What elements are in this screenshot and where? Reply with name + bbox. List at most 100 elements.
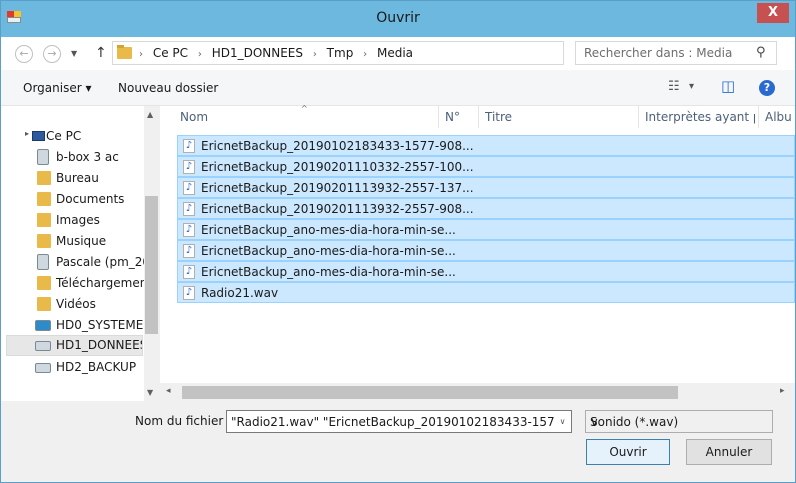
organize-button[interactable]: Organiser ▾ [23,81,91,95]
sidebar-item-label: b-box 3 ac [56,150,119,164]
column-header-row: ^ Nom N° Titre Interprètes ayant p... Al… [160,104,795,128]
media-device-icon [37,149,49,165]
back-button[interactable]: ← [15,45,33,63]
breadcrumb-tmp[interactable]: Tmp [327,46,354,60]
breadcrumb: › Ce PC › HD1_DONNEES › Tmp › Media [139,46,419,62]
search-input[interactable]: Rechercher dans : Media [584,46,732,60]
file-name: EricnetBackup_20190201113932-2557-908... [201,202,474,216]
sidebar-item-ce-pc[interactable]: ▸ Ce PC [1,126,145,147]
filename-dropdown-icon[interactable]: ∨ [554,411,571,432]
scroll-left-icon[interactable]: ◂ [166,386,171,396]
command-bar: Organiser ▾ Nouveau dossier ☷ ▾ ◫ ? [1,70,795,106]
file-name: EricnetBackup_20190102183433-1577-908... [201,139,474,153]
scrollbar-thumb[interactable] [182,386,678,399]
sidebar-item-b-box-3-ac[interactable]: b-box 3 ac [1,147,145,168]
scroll-up-icon[interactable]: ▲ [147,110,153,119]
sidebar-item-label: Ce PC [46,129,82,143]
recent-locations-dropdown[interactable]: ▼ [71,49,77,58]
scroll-right-icon[interactable]: ▸ [780,386,785,396]
column-header-number[interactable]: N° [445,110,460,124]
column-divider[interactable] [758,106,759,128]
audio-file-icon: ♪ [183,223,195,237]
filename-field[interactable]: "Radio21.wav" "EricnetBackup_20190102183… [226,410,572,433]
breadcrumb-sep[interactable]: › [313,49,317,60]
help-icon[interactable]: ? [759,80,775,96]
column-divider[interactable] [478,106,479,128]
sort-ascending-icon: ^ [301,104,308,113]
sidebar-item-documents[interactable]: Documents [1,189,145,210]
sidebar-scrollbar[interactable]: ▲ ▼ [144,106,159,401]
file-name: Radio21.wav [201,286,279,300]
sidebar-item-musique[interactable]: Musique [1,231,145,252]
file-row[interactable]: ♪ EricnetBackup_ano-mes-dia-hora-min-se..… [177,261,795,282]
search-box[interactable]: Rechercher dans : Media ⚲ [575,41,777,65]
sidebar-item-images[interactable]: Images [1,210,145,231]
folder-icon [37,192,51,206]
column-divider[interactable] [638,106,639,128]
scroll-down-icon[interactable]: ▼ [147,388,153,397]
sidebar-item-videos[interactable]: Vidéos [1,294,145,315]
audio-file-icon: ♪ [183,202,195,216]
file-row[interactable]: ♪ EricnetBackup_ano-mes-dia-hora-min-se..… [177,219,795,240]
column-header-title[interactable]: Titre [485,110,512,124]
file-row[interactable]: ♪ EricnetBackup_20190201113932-2557-908..… [177,198,795,219]
drive-icon [35,363,51,373]
file-row[interactable]: ♪ Radio21.wav [177,282,795,303]
column-header-artists[interactable]: Interprètes ayant p... [645,110,755,124]
breadcrumb-sep[interactable]: › [363,49,367,60]
folder-icon [37,276,51,290]
sidebar-item-label: Musique [56,234,107,248]
file-row[interactable]: ♪ EricnetBackup_20190102183433-1577-908..… [177,135,795,156]
sidebar-item-hd1-donnees[interactable]: HD1_DONNEES [6,335,143,356]
up-one-level-button[interactable]: ↑ [95,45,107,61]
filetype-select[interactable]: Sonido (*.wav) ∨ [585,410,773,433]
breadcrumb-media[interactable]: Media [377,46,413,60]
sidebar-item-pascale[interactable]: Pascale (pm_201 [1,252,145,273]
file-name: EricnetBackup_20190201110332-2557-100... [201,160,474,174]
view-options-icon[interactable]: ☷ [668,79,680,94]
sidebar-item-bureau[interactable]: Bureau [1,168,145,189]
column-header-name[interactable]: Nom [180,110,208,124]
dialog-footer: Nom du fichier : "Radio21.wav" "EricnetB… [1,402,795,482]
folder-icon [37,297,51,311]
navigation-pane: ▸ Ce PC b-box 3 ac Bureau Documents Imag… [1,106,159,401]
file-row[interactable]: ♪ EricnetBackup_ano-mes-dia-hora-min-se..… [177,240,795,261]
file-list: ^ Nom N° Titre Interprètes ayant p... Al… [160,104,795,402]
search-icon[interactable]: ⚲ [756,45,766,60]
column-header-album[interactable]: Albu [765,110,795,124]
open-button[interactable]: Ouvrir [586,439,670,465]
file-row[interactable]: ♪ EricnetBackup_20190201110332-2557-100..… [177,156,795,177]
folder-icon [37,213,51,227]
file-name: EricnetBackup_ano-mes-dia-hora-min-se... [201,223,456,237]
sidebar-item-hd2-backup[interactable]: HD2_BACKUP [1,357,145,378]
open-file-dialog: Ouvrir X ← → ▼ ↑ › Ce PC › HD1_DONNEES ›… [0,0,796,483]
sidebar-item-label: Images [56,213,100,227]
sidebar-item-label: Documents [56,192,125,206]
breadcrumb-ce-pc[interactable]: Ce PC [153,46,188,60]
sidebar-item-label: Pascale (pm_201 [56,255,145,269]
windows-drive-icon [35,320,51,331]
breadcrumb-sep[interactable]: › [198,49,202,60]
scrollbar-thumb[interactable] [145,196,158,334]
new-folder-button[interactable]: Nouveau dossier [118,81,218,95]
file-row[interactable]: ♪ EricnetBackup_20190201113932-2557-137..… [177,177,795,198]
filename-value[interactable]: "Radio21.wav" "EricnetBackup_20190102183… [231,415,571,429]
chevron-down-icon[interactable]: ∨ [590,415,768,429]
breadcrumb-sep[interactable]: › [139,49,143,60]
audio-file-icon: ♪ [183,160,195,174]
file-name: EricnetBackup_ano-mes-dia-hora-min-se... [201,244,456,258]
folder-icon [117,45,132,59]
sidebar-item-hd0-systeme[interactable]: HD0_SYSTEME [1,315,145,336]
view-dropdown-icon[interactable]: ▾ [689,81,694,92]
preview-pane-icon[interactable]: ◫ [721,77,735,95]
expand-icon[interactable]: ▸ [25,129,29,138]
close-button[interactable]: X [757,3,789,23]
breadcrumb-hd1-donnees[interactable]: HD1_DONNEES [212,46,303,60]
cancel-button[interactable]: Annuler [686,439,772,465]
forward-button[interactable]: → [43,45,61,63]
column-divider[interactable] [438,106,439,128]
address-bar[interactable]: › Ce PC › HD1_DONNEES › Tmp › Media ∨ ↻ [112,41,667,65]
file-list-horizontal-scrollbar[interactable]: ◂ ▸ [160,383,795,402]
sidebar-item-telechargement[interactable]: Téléchargement [1,273,145,294]
sidebar-item-label: HD1_DONNEES [56,338,143,352]
